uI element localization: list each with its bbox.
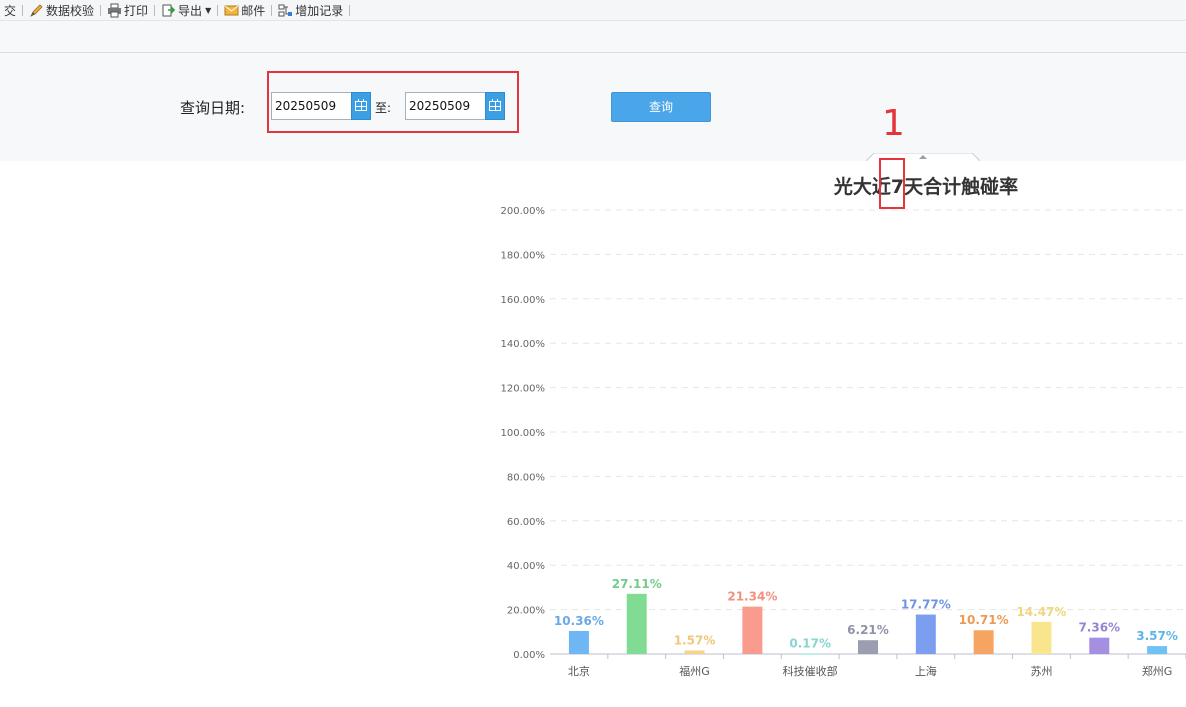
toolbar: 交 数据校验 打印 导出 ▼ 邮件 增加记录: [0, 0, 1186, 21]
x-tick-label: 科技催收部: [783, 664, 838, 678]
toolbar-separator: [349, 4, 351, 16]
bar: [1031, 621, 1052, 654]
data-label: 7.36%: [1078, 621, 1120, 635]
bar: [1147, 646, 1168, 654]
data-check-button[interactable]: 数据校验: [25, 0, 98, 20]
mail-button[interactable]: 邮件: [220, 0, 269, 20]
bar: [915, 614, 936, 654]
bar: [858, 640, 878, 654]
y-tick-label: 20.00%: [507, 606, 545, 617]
toolbar-separator: [100, 4, 102, 16]
toolbar-item-label: 导出: [178, 3, 203, 18]
data-label: 6.21%: [847, 623, 889, 637]
toolbar-item-label: 交: [4, 3, 17, 18]
bar: [973, 630, 994, 654]
toolbar-separator: [154, 4, 156, 16]
y-tick-label: 80.00%: [507, 472, 545, 483]
y-tick-label: 100.00%: [501, 428, 546, 439]
data-label: 3.57%: [1136, 629, 1178, 643]
data-label: 14.47%: [1016, 605, 1066, 619]
bar: [1089, 637, 1110, 654]
x-tick-label: 北京: [568, 664, 590, 678]
add-record-button[interactable]: 增加记录: [274, 0, 347, 20]
bar: [684, 650, 705, 654]
data-label: 0.17%: [789, 637, 831, 651]
query-date-label: 查询日期:: [180, 99, 246, 117]
data-label: 10.36%: [554, 614, 604, 628]
bar: [800, 653, 821, 655]
x-tick-label: 苏州: [1030, 665, 1052, 678]
toolbar-separator: [22, 4, 24, 16]
calendar-icon: [355, 99, 367, 111]
y-tick-label: 120.00%: [501, 384, 546, 395]
chevron-down-icon: ▼: [205, 5, 212, 15]
mail-icon: [224, 3, 239, 18]
toolbar-item-label: 邮件: [241, 3, 266, 18]
toolbar-item-label: 增加记录: [295, 3, 344, 18]
annotation-number: 1: [882, 103, 905, 144]
end-date-calendar-button[interactable]: [485, 92, 505, 120]
toolbar-separator: [271, 4, 273, 16]
pencil-icon: [29, 3, 44, 18]
data-label: 10.71%: [959, 613, 1009, 627]
printer-icon: [107, 3, 122, 18]
y-tick-label: 180.00%: [501, 250, 546, 261]
add-record-icon: [278, 3, 293, 18]
x-tick-label: 福州G: [679, 664, 710, 678]
print-button[interactable]: 打印: [103, 0, 152, 20]
y-tick-label: 60.00%: [507, 517, 545, 528]
y-tick-label: 140.00%: [501, 339, 546, 350]
query-panel: 查询日期: 20250509 至: 20250509 查询: [0, 53, 1186, 161]
bar: [626, 593, 647, 654]
y-tick-label: 200.00%: [501, 206, 546, 217]
to-label: 至:: [375, 101, 392, 115]
data-label: 17.77%: [901, 598, 951, 612]
start-date-calendar-button[interactable]: [351, 92, 371, 120]
data-label: 21.34%: [727, 590, 777, 604]
calendar-icon: [489, 99, 501, 111]
y-tick-label: 40.00%: [507, 561, 545, 572]
toolbar-separator: [217, 4, 219, 16]
export-button[interactable]: 导出 ▼: [157, 0, 215, 20]
y-tick-label: 160.00%: [501, 295, 546, 306]
bar-chart: 0.00% 20.00% 40.00% 60.00% 80.00% 100.00% 120.…: [501, 206, 1186, 678]
x-tick-label: 上海: [915, 664, 937, 678]
bar: [568, 631, 589, 654]
sub-toolbar: [0, 21, 1186, 53]
query-button[interactable]: 查询: [611, 92, 711, 122]
export-icon: [161, 3, 176, 18]
bar: [742, 606, 763, 654]
data-label: 1.57%: [674, 634, 716, 648]
toolbar-item-label: 打印: [124, 3, 149, 18]
y-tick-label: 0.00%: [513, 650, 545, 661]
x-tick-label: 郑州G: [1142, 664, 1173, 678]
toolbar-item-label: 数据校验: [46, 3, 95, 18]
data-label: 27.11%: [612, 577, 662, 591]
toolbar-item-submit[interactable]: 交: [0, 0, 20, 20]
